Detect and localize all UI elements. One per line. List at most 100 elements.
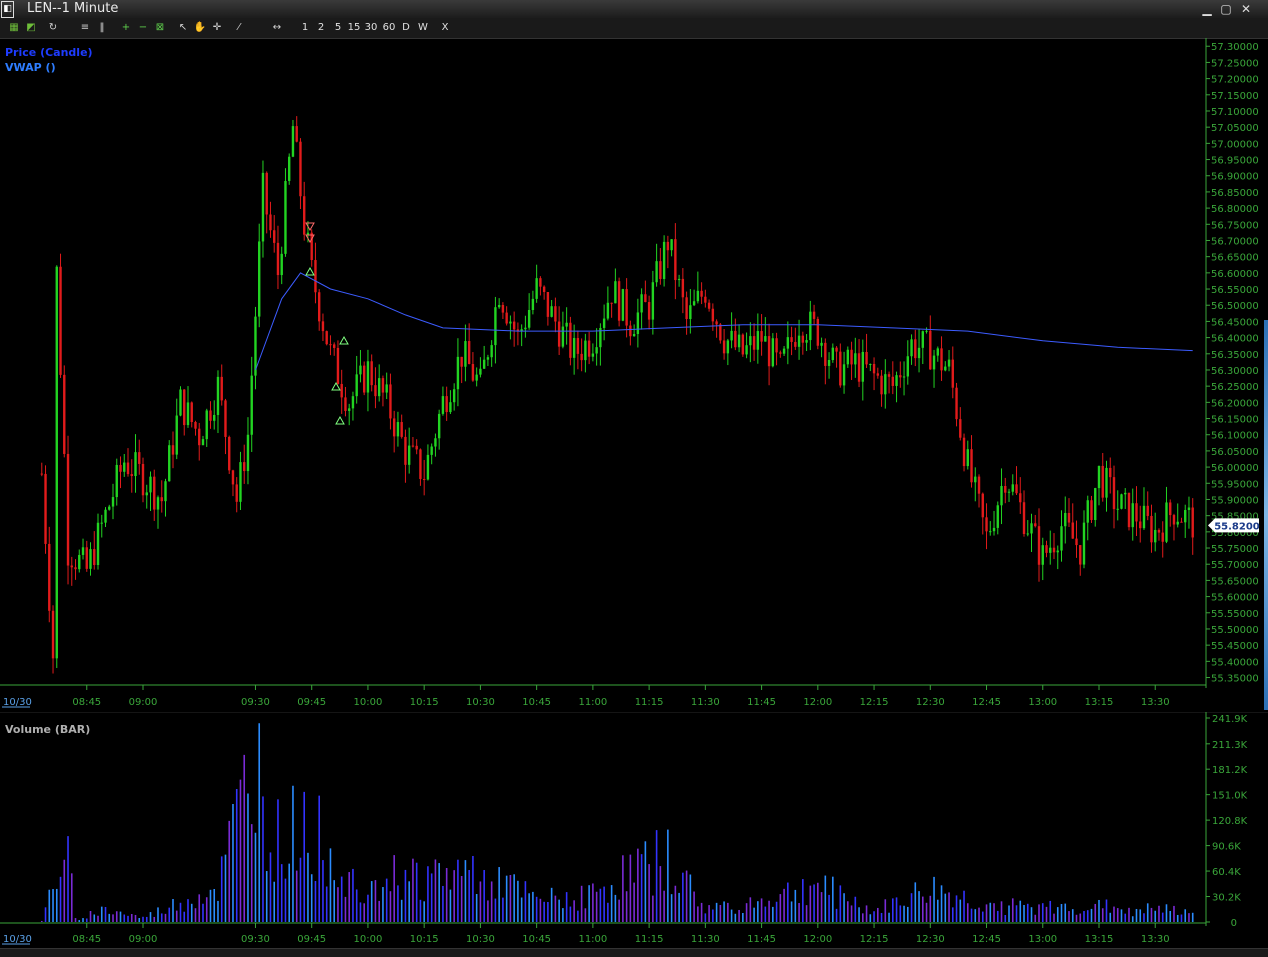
timeframe-5-button[interactable]: 5 [331,20,345,36]
price-tick-label: 56.25000 [1211,382,1259,393]
time-tick-label: 11:30 [691,697,720,708]
candle-body [1060,526,1063,551]
candle-body [602,318,606,328]
candle-body [756,331,760,350]
candle-body [452,389,456,403]
timeframe-2-button[interactable]: 2 [314,20,328,36]
candle-body [422,478,426,480]
volume-time-tick-label: 09:30 [241,934,270,945]
candle-body [441,396,445,414]
zoom-out-icon[interactable]: − [136,20,150,36]
candle-body [291,126,295,157]
candle-body [831,347,835,361]
candle-body [625,289,628,326]
zoom-fit-icon[interactable]: ⊠ [153,20,167,36]
candle-body [655,261,658,283]
price-tick-label: 55.70000 [1211,560,1259,571]
pan-hand-icon[interactable]: ✋ [193,20,207,36]
cursor-icon[interactable]: ↖ [176,20,190,36]
candle-body [104,509,107,523]
close-icon[interactable]: ✕ [1239,2,1253,16]
candle-body [1011,484,1014,492]
candle-body [40,473,43,475]
candle-body [884,374,887,395]
candle-body [936,348,939,356]
candle-body [962,437,966,467]
candle-body [865,351,868,365]
time-tick-label: 12:30 [916,697,945,708]
candle-body [880,375,883,395]
chart-settings-icon[interactable]: ▦ [7,20,21,36]
time-tick-label: 12:00 [803,697,832,708]
maximize-icon[interactable]: ▢ [1219,2,1233,16]
candle-body [794,341,797,347]
timeframe-d-button[interactable]: D [399,20,413,36]
candle-body [932,355,936,370]
candle-body [198,428,201,446]
candle-body [332,344,336,348]
volume-time-tick-label: 10:45 [522,934,551,945]
minimize-icon[interactable]: ▁ [1200,2,1214,16]
close-chart-button[interactable]: X [438,20,452,36]
timeframe-1-button[interactable]: 1 [298,20,312,36]
candle-body [201,439,205,446]
lines-icon[interactable]: ≡ [78,20,92,36]
price-tick-label: 56.85000 [1211,188,1259,199]
candle-body [501,304,505,313]
timeframe-15-button[interactable]: 15 [347,20,361,36]
candle-body [404,436,407,465]
candle-body [944,366,947,371]
arrows-horizontal-icon[interactable]: ↔ [270,20,284,36]
bars-icon[interactable]: ‖ [95,20,109,36]
time-tick-label: 13:00 [1028,697,1057,708]
time-tick-label: 12:45 [972,697,1001,708]
candle-body [74,567,77,570]
candle-body [797,335,801,347]
draw-line-icon[interactable]: ⁄ [232,20,246,36]
candle-body [839,351,842,386]
time-tick-label: 12:15 [860,697,889,708]
price-tick-label: 55.95000 [1211,479,1259,490]
candle-body [786,337,790,349]
candle-body [123,462,126,472]
candle-body [565,322,568,327]
volume-time-tick-label: 12:00 [803,934,832,945]
candle-body [531,298,535,311]
price-tick-label: 56.10000 [1211,431,1259,442]
candle-body [737,334,741,348]
price-chart[interactable]: 57.30000 57.25000 57.20000 57.15000 57.10000… [0,38,1268,714]
crosshair-icon[interactable]: ✛ [210,20,224,36]
candle-body [314,260,317,293]
candle-body [344,397,347,411]
candle-body [81,547,85,555]
candle-body [1139,521,1142,529]
candle-body [951,359,954,388]
time-tick-label: 10:30 [466,697,495,708]
volume-chart[interactable]: 241.9K 211.3K 181.2K 151.0K 120.8K 90.6K 60.4K… [0,712,1268,948]
volume-tick-label: 120.8K [1212,816,1248,827]
candle-body [572,338,576,358]
candle-body [595,347,598,354]
timeframe-w-button[interactable]: W [416,20,430,36]
zoom-in-icon[interactable]: + [119,20,133,36]
candle-body [381,378,385,393]
candle-body [93,549,96,566]
time-tick-label: 09:00 [129,697,158,708]
chart-app-icon[interactable]: ◧ [1,1,14,18]
candle-body [1165,502,1168,542]
volume-time-tick-label: 10:30 [466,934,495,945]
candle-body [419,449,422,479]
timeframe-30-button[interactable]: 30 [364,20,378,36]
study-icon[interactable]: ◩ [24,20,38,36]
candle-body [917,347,921,359]
timeframe-60-button[interactable]: 60 [382,20,396,36]
candle-body [674,239,677,281]
candle-body [554,306,557,322]
candle-body [569,322,572,358]
candle-body [377,378,381,397]
candle-body [1030,523,1033,534]
price-tick-label: 57.30000 [1211,42,1259,53]
candle-body [396,422,400,437]
refresh-icon[interactable]: ↻ [46,20,60,36]
candle-body [362,365,366,393]
